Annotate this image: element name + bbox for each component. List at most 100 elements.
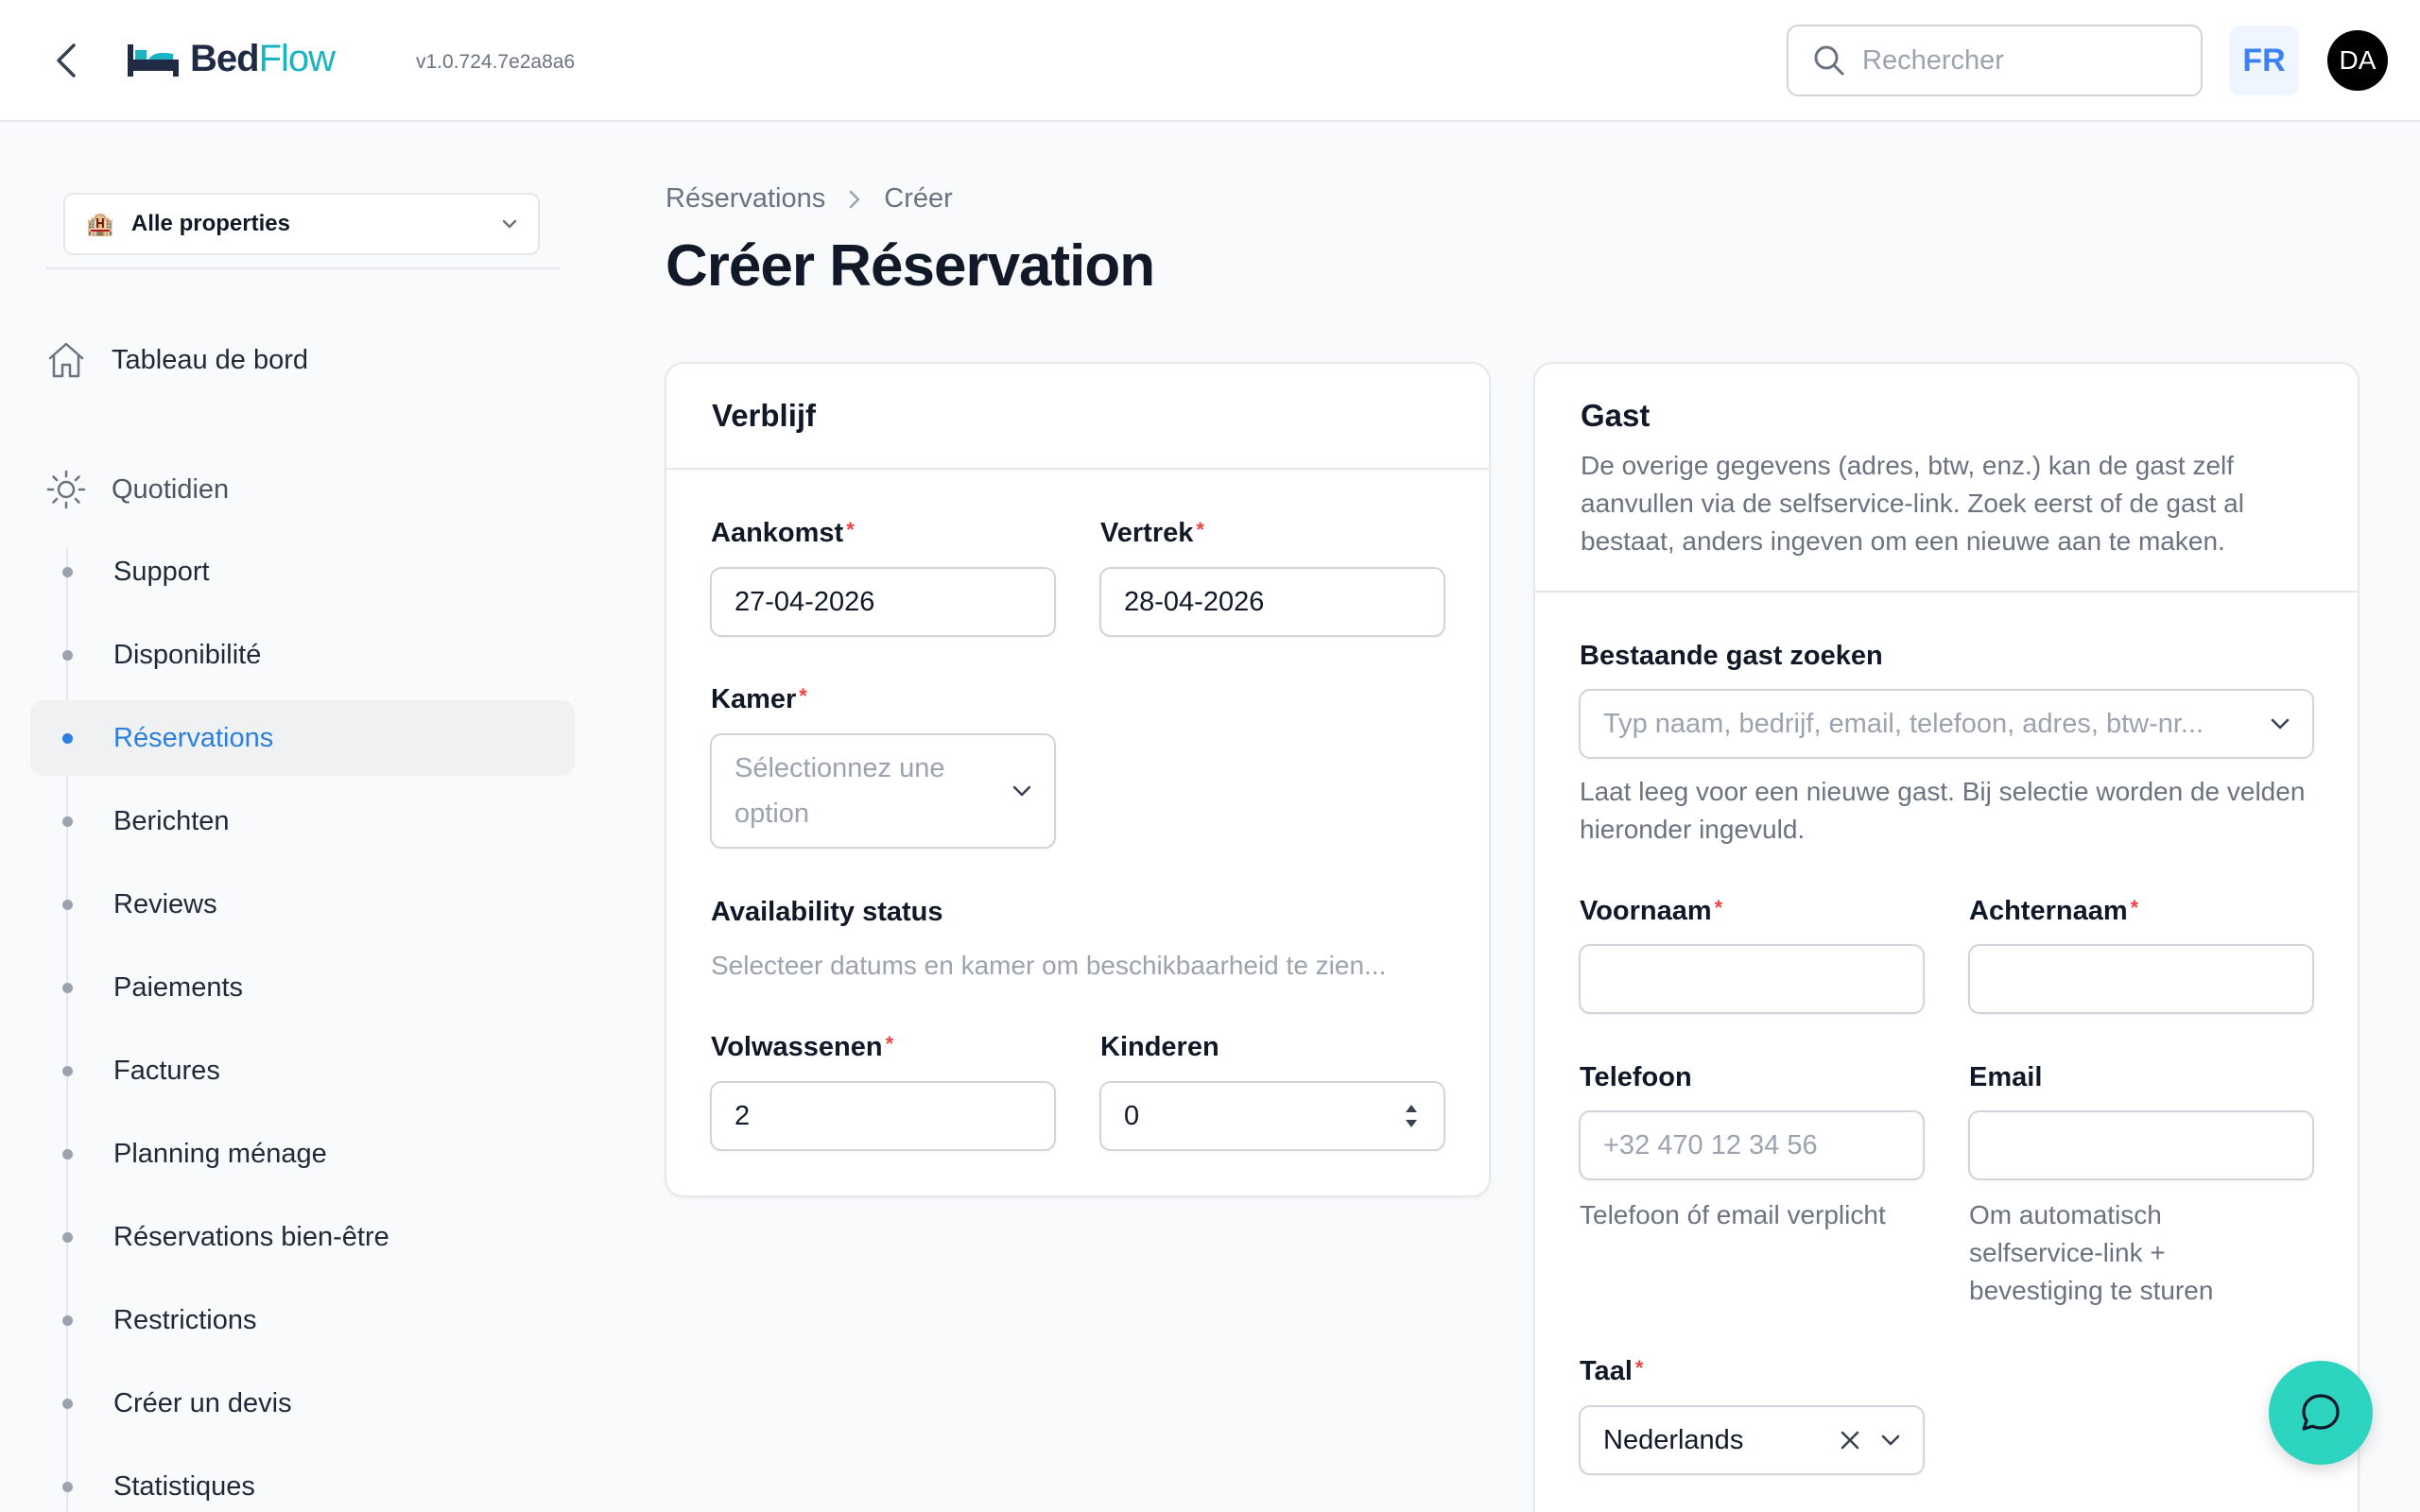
guest-search-label: Bestaande gast zoeken (1580, 641, 1883, 671)
sidebar-item-label: Berichten (113, 805, 230, 836)
logo[interactable]: BedFlow (126, 34, 336, 83)
sidebar-item-statistiques[interactable]: Statistiques (30, 1449, 575, 1512)
bed-icon (128, 44, 179, 77)
availability-text: Selecteer datums en kamer om beschikbaar… (711, 951, 1387, 980)
close-icon[interactable] (1840, 1430, 1860, 1451)
bullet-icon (62, 650, 73, 661)
stay-card-header: Verblijf (666, 364, 1489, 470)
chevron-left-icon (57, 43, 76, 77)
arrival-date-input[interactable]: 27-04-2026 (710, 567, 1056, 637)
sidebar-item-support[interactable]: Support (30, 534, 575, 610)
children-input[interactable]: 0 (1099, 1081, 1445, 1151)
back-button[interactable] (47, 40, 85, 81)
sidebar-item-label: Factures (113, 1055, 220, 1086)
sidebar-item-planning-menage[interactable]: Planning ménage (30, 1116, 575, 1192)
sidebar-item-paiements[interactable]: Paiements (30, 950, 575, 1025)
avatar[interactable]: DA (2327, 30, 2388, 91)
bullet-icon (62, 1399, 73, 1409)
sidebar-item-reviews[interactable]: Reviews (30, 867, 575, 942)
chat-bubble-icon (2302, 1394, 2340, 1431)
departure-label: Vertrek * (1100, 518, 1204, 548)
sidebar-item-label: Paiements (113, 971, 244, 1003)
email-input[interactable] (1968, 1110, 2314, 1180)
bullet-icon (62, 1149, 73, 1160)
sidebar-item-label: Réservations bien-être (113, 1221, 389, 1252)
bullet-icon (62, 567, 73, 577)
sidebar-section-quotidien[interactable]: Quotidien (45, 469, 229, 510)
search-box[interactable] (1787, 25, 2203, 96)
hotel-icon: 🏨 (86, 211, 114, 237)
bullet-icon (62, 1066, 73, 1076)
adults-input[interactable]: 2 (710, 1081, 1056, 1151)
search-icon (1814, 45, 1844, 76)
sidebar-item-creer-devis[interactable]: Créer un devis (30, 1366, 575, 1441)
home-icon (45, 339, 87, 381)
firstname-input[interactable] (1579, 944, 1925, 1014)
language-select[interactable]: Nederlands (1579, 1405, 1925, 1475)
breadcrumb: Réservations Créer (666, 183, 953, 215)
breadcrumb-current: Créer (884, 183, 953, 214)
search-input[interactable] (1862, 44, 2165, 77)
guest-card-header: Gast De overige gegevens (adres, btw, en… (1535, 364, 2358, 593)
sidebar-item-berichten[interactable]: Berichten (30, 783, 575, 859)
adults-label: Volwassenen * (711, 1032, 894, 1062)
language-label: Taal * (1580, 1356, 1644, 1386)
stay-card-title: Verblijf (712, 398, 817, 433)
sidebar-item-dashboard[interactable]: Tableau de bord (45, 339, 308, 381)
children-label: Kinderen (1100, 1032, 1219, 1062)
version-label: v1.0.724.7e2a8a6 (416, 51, 576, 73)
room-select[interactable]: Sélectionnez une option (710, 733, 1056, 849)
sidebar-item-label: Statistiques (113, 1470, 255, 1502)
guest-search-placeholder: Typ naam, bedrijf, email, telefoon, adre… (1603, 708, 2204, 739)
bullet-icon (62, 1232, 73, 1243)
chevron-down-icon (1881, 1435, 1900, 1446)
phone-label: Telefoon (1580, 1062, 1692, 1092)
bullet-icon (62, 983, 73, 993)
guest-search-help: Laat leeg voor een nieuwe gast. Bij sele… (1580, 777, 2306, 844)
sidebar-item-label: Tableau de bord (112, 344, 308, 375)
chevron-down-icon (1012, 785, 1031, 797)
sidebar-divider (45, 267, 560, 269)
sidebar-item-label: Restrictions (113, 1304, 257, 1335)
availability-label: Availability status (711, 897, 943, 927)
chevron-right-icon (850, 190, 860, 208)
guest-card-title: Gast (1581, 398, 1651, 433)
email-help: Om automatisch selfservice-link + bevest… (1969, 1200, 2214, 1305)
sidebar-section-label: Quotidien (112, 473, 230, 505)
guest-card-description: De overige gegevens (adres, btw, enz.) k… (1581, 451, 2244, 556)
sidebar-item-label: Reviews (113, 888, 217, 919)
firstname-label: Voornaam * (1580, 896, 1723, 926)
chevron-down-icon (2271, 718, 2290, 730)
room-select-placeholder: Sélectionnez une option (735, 753, 945, 829)
language-value: Nederlands (1603, 1424, 1744, 1455)
room-label: Kamer * (711, 684, 807, 714)
sidebar-item-disponibilite[interactable]: Disponibilité (30, 617, 575, 693)
page-title: Créer Réservation (666, 233, 1155, 299)
lastname-input[interactable] (1968, 944, 2314, 1014)
guest-search-select[interactable]: Typ naam, bedrijf, email, telefoon, adre… (1579, 689, 2314, 759)
language-button[interactable]: FR (2229, 26, 2299, 95)
top-bar: BedFlow v1.0.724.7e2a8a6 FR DA (0, 0, 2420, 122)
arrival-label: Aankomst * (711, 518, 855, 548)
breadcrumb-parent[interactable]: Réservations (666, 183, 825, 215)
bullet-icon (62, 900, 73, 910)
sidebar-item-reservations-bien-etre[interactable]: Réservations bien-être (30, 1199, 575, 1275)
language-select-actions (1840, 1430, 1900, 1451)
stepper-icon[interactable] (1402, 1097, 1421, 1135)
property-select-label: Alle properties (130, 211, 290, 236)
sidebar-item-reservations[interactable]: Réservations (30, 700, 575, 776)
sidebar-item-label: Planning ménage (113, 1138, 327, 1169)
sidebar-item-label: Créer un devis (113, 1387, 292, 1418)
chat-button[interactable] (2269, 1361, 2373, 1465)
property-select[interactable]: 🏨 Alle properties (63, 193, 540, 255)
guest-card: Gast De overige gegevens (adres, btw, en… (1533, 362, 2360, 1512)
sidebar-item-factures[interactable]: Factures (30, 1033, 575, 1108)
sidebar-item-restrictions[interactable]: Restrictions (30, 1282, 575, 1358)
bullet-icon (62, 733, 73, 744)
phone-help: Telefoon óf email verplicht (1580, 1200, 1886, 1229)
bullet-icon (62, 816, 73, 827)
phone-input[interactable]: +32 470 12 34 56 (1579, 1110, 1925, 1180)
sidebar-item-label: Support (113, 556, 210, 587)
departure-date-input[interactable]: 28-04-2026 (1099, 567, 1445, 637)
chevron-down-icon (502, 219, 517, 229)
